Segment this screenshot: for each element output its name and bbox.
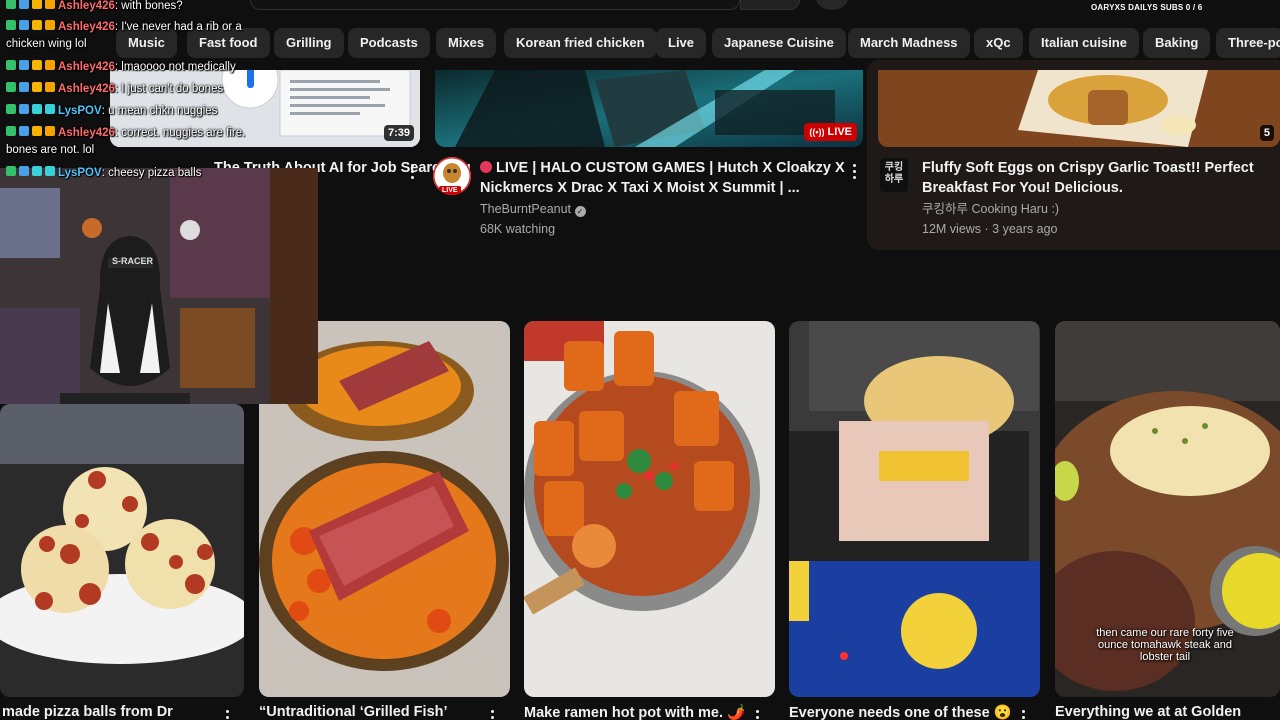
chair-brand-label: S-RACER (112, 256, 154, 266)
video-thumbnail-3[interactable]: 5 (878, 70, 1280, 147)
chat-message: Ashley426: with bones? (6, 0, 183, 13)
short-title-4[interactable]: Everyone needs one of these 😮 (789, 704, 1012, 720)
more-options-icon[interactable] (411, 164, 415, 180)
avatar-live-badge: LIVE (439, 186, 461, 195)
masthead: OARYXS DAILYS SUBS 0 / 6 (0, 0, 1280, 14)
video-thumbnail-2[interactable]: ((•)) LIVE (435, 70, 863, 147)
chat-message: LysPOV: cheesy pizza balls (6, 165, 201, 180)
chat-badges-icon (6, 165, 58, 177)
video-duration-3: 5 (1259, 125, 1274, 141)
more-options-icon[interactable] (491, 710, 495, 720)
video-title-2[interactable]: LIVE | HALO CUSTOM GAMES | Hutch X Cloak… (480, 158, 845, 198)
live-badge: ((•)) LIVE (804, 123, 857, 141)
more-options-icon[interactable] (756, 710, 760, 720)
short-title-2[interactable]: “Untraditional ‘Grilled Fish’ (259, 704, 448, 720)
chip-mixes[interactable]: Mixes (436, 28, 497, 58)
chat-badges-icon (6, 125, 58, 137)
verified-icon: ✓ (574, 206, 586, 217)
short-thumbnail-3[interactable] (524, 321, 775, 697)
webcam-scene (0, 168, 318, 404)
video-thumbnail-3-art (878, 70, 1280, 147)
more-options-icon[interactable] (1022, 710, 1026, 720)
chip-grilling[interactable]: Grilling (274, 28, 344, 58)
short-thumbnail-1[interactable] (0, 404, 244, 697)
channel-avatar-cooking-haru[interactable]: 쿠킹 하루 (880, 158, 908, 192)
search-button[interactable] (740, 0, 800, 10)
short-thumbnail-4[interactable] (789, 321, 1040, 697)
chat-message: Ashley426: I just can't do bones (6, 81, 223, 96)
chip-italian-cuisine[interactable]: Italian cuisine (1029, 28, 1139, 58)
chip-xqc[interactable]: xQc (974, 28, 1023, 58)
short-4-art (789, 321, 1040, 697)
more-options-icon[interactable] (226, 710, 230, 720)
more-options-icon[interactable] (853, 164, 857, 180)
chip-baking[interactable]: Baking (1143, 28, 1211, 58)
subs-counter-overlay: OARYXS DAILYS SUBS 0 / 6 (1091, 3, 1203, 12)
channel-name-2[interactable]: TheBurntPeanut ✓ (480, 199, 586, 219)
webcam-overlay: S-RACER (0, 168, 318, 404)
chat-message-continuation: chicken wing lol (6, 38, 87, 50)
chat-badges-icon (6, 59, 58, 71)
short-title-3[interactable]: Make ramen hot pot with me. 🌶️ (524, 704, 745, 720)
channel-name-3[interactable]: 쿠킹하루 Cooking Haru :) (922, 199, 1059, 219)
chip-japanese-cuisine[interactable]: Japanese Cuisine (712, 28, 846, 58)
chat-badges-icon (6, 19, 58, 31)
video-title-3[interactable]: Fluffy Soft Eggs on Crispy Garlic Toast!… (922, 158, 1254, 198)
chat-badges-icon (6, 103, 58, 115)
short-title-1[interactable]: made pizza balls from Dr (2, 704, 173, 720)
chat-message-continuation: bones are not. lol (6, 144, 95, 156)
chat-message: Ashley426: correct. nuggies are fire. (6, 125, 245, 140)
voice-search-button[interactable] (816, 0, 848, 10)
chat-message: LysPOV: u mean chkn nuggies (6, 103, 217, 118)
search-input[interactable] (250, 0, 740, 10)
chip-podcasts[interactable]: Podcasts (348, 28, 430, 58)
chip-three-po[interactable]: Three-po (1216, 28, 1280, 58)
video-duration-1: 7:39 (383, 125, 414, 141)
chat-message: Ashley426: I've never had a rib or a (6, 19, 242, 34)
red-dot-icon (480, 161, 492, 173)
short-1-art (0, 404, 244, 697)
video-meta-3: 12M views · 3 years ago (922, 222, 1058, 236)
video-thumbnail-2-art (435, 70, 863, 147)
short-thumbnail-5[interactable]: then came our rare forty five ounce toma… (1055, 321, 1280, 697)
chat-badges-icon (6, 0, 58, 10)
short-3-art (524, 321, 775, 697)
chat-message: Ashley426: lmaoooo not medically (6, 59, 236, 74)
short-5-caption: then came our rare forty five ounce toma… (1096, 627, 1234, 663)
channel-avatar-theburntpeanut[interactable]: LIVE (433, 157, 471, 195)
video-meta-2: 68K watching (480, 222, 556, 236)
short-title-5[interactable]: Everything we at at Golden (1055, 704, 1241, 720)
chat-badges-icon (6, 81, 58, 93)
chip-march-madness[interactable]: March Madness (848, 28, 970, 58)
chip-korean-fried-chicken[interactable]: Korean fried chicken (504, 28, 657, 58)
chip-live[interactable]: Live (656, 28, 707, 58)
